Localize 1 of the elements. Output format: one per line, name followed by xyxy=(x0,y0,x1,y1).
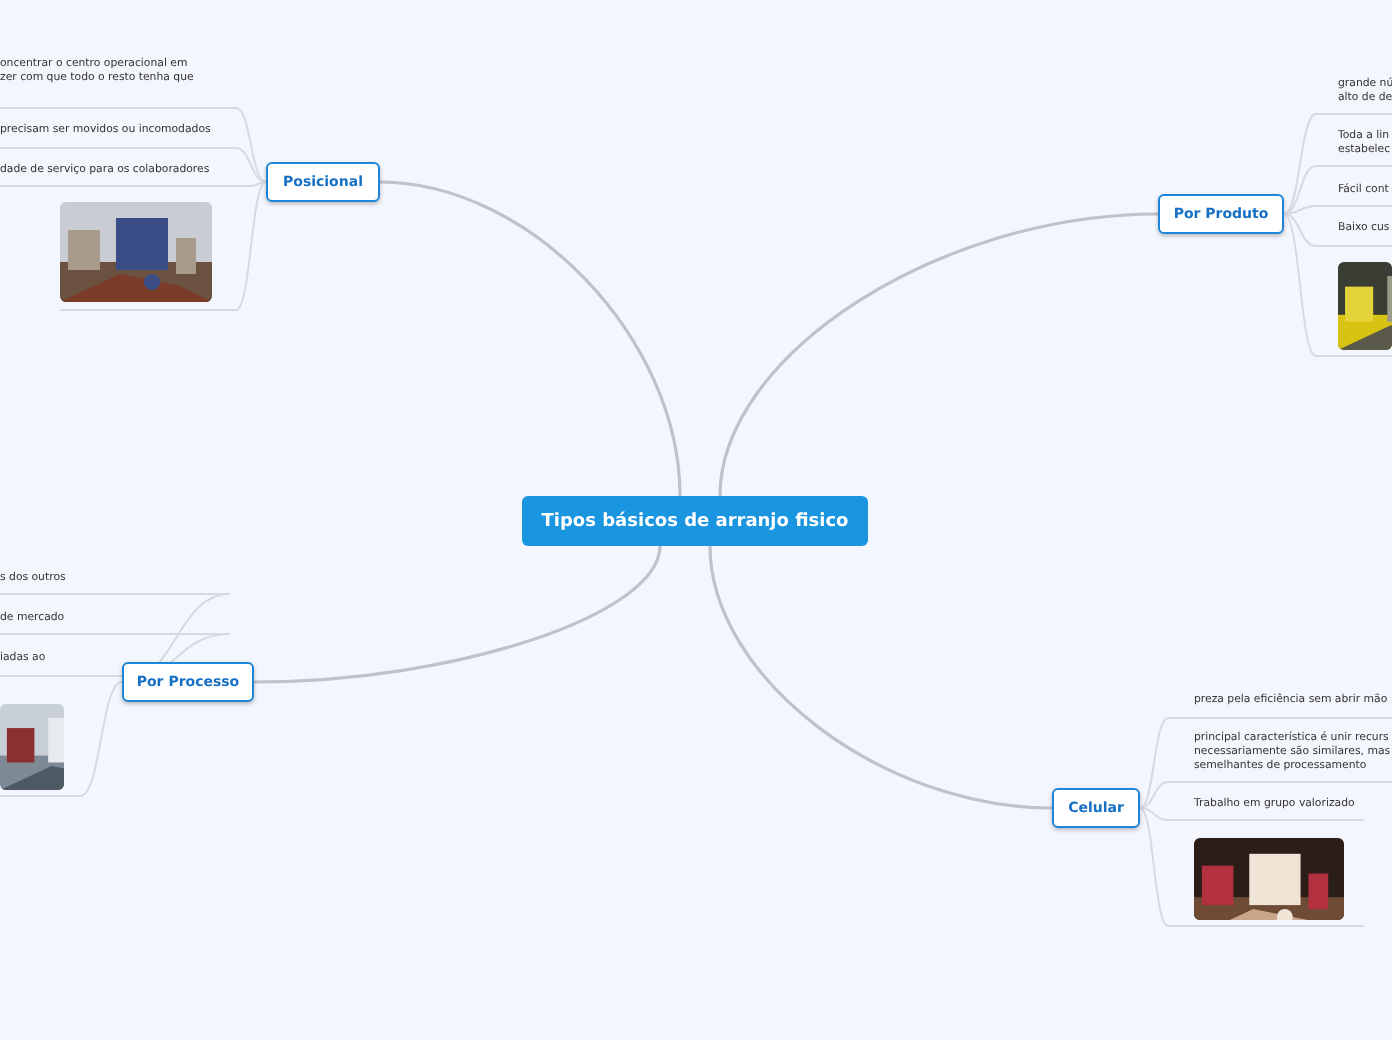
central-topic[interactable]: Tipos básicos de arranjo fisico xyxy=(522,496,868,546)
